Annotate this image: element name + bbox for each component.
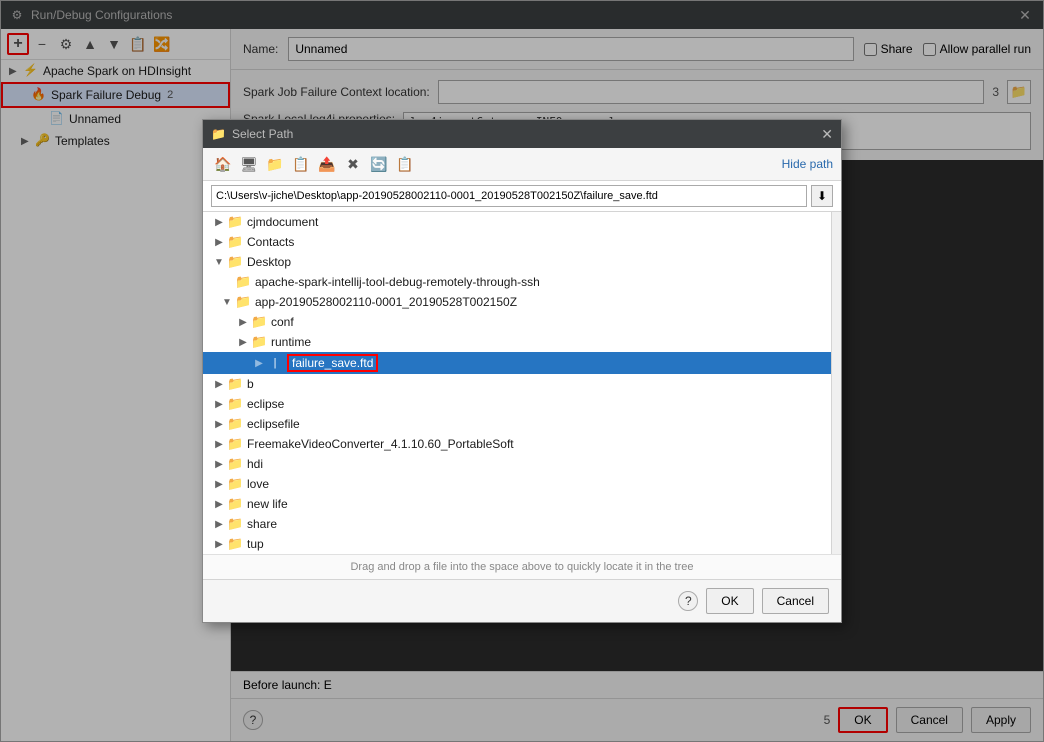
tree-label-love: love [247,477,269,491]
expand-button[interactable]: 📋 [393,152,417,176]
folder-icon: 📁 [227,416,243,432]
tree-item-love[interactable]: ▶ 📁 love [203,474,831,494]
scrollbar[interactable] [831,212,841,554]
tree-label-b: b [247,377,254,391]
tree-item-eclipse[interactable]: ▶ 📁 eclipse [203,394,831,414]
tree-item-failure-save[interactable]: ▶ | failure_save.ftd [203,352,831,374]
tree-arrow-new-life: ▶ [211,496,227,512]
folder-icon: 📁 [227,436,243,452]
folder-icon: 📁 [227,456,243,472]
tree-arrow-conf: ▶ [235,314,251,330]
tree-label-freemake: FreemakeVideoConverter_4.1.10.60_Portabl… [247,437,514,451]
folder-icon: 📁 [227,496,243,512]
tree-label-tup: tup [247,537,264,551]
tree-label-failure-save: failure_save.ftd [287,354,378,372]
tree-item-hdi[interactable]: ▶ 📁 hdi [203,454,831,474]
desktop-button[interactable]: 🖥 [237,152,261,176]
tree-arrow-contacts: ▶ [211,234,227,250]
tree-arrow-failure: ▶ [251,355,267,371]
tree-item-eclipsefile[interactable]: ▶ 📁 eclipsefile [203,414,831,434]
tree-label-hdi: hdi [247,457,263,471]
dialog-title-icon: 📁 [211,127,226,141]
tree-item-cjmdocument[interactable]: ▶ 📁 cjmdocument [203,212,831,232]
tree-item-contacts[interactable]: ▶ 📁 Contacts [203,232,831,252]
tree-arrow-freemake: ▶ [211,436,227,452]
hide-path-link[interactable]: Hide path [782,157,833,171]
tree-arrow-tup: ▶ [211,536,227,552]
tree-label-conf: conf [271,315,294,329]
tree-label-new-life: new life [247,497,288,511]
folder-icon: 📁 [251,334,267,350]
dialog-title: Select Path [232,127,821,141]
dialog-title-bar: 📁 Select Path ✕ [203,120,841,148]
up-button[interactable]: 📤 [315,152,339,176]
new-folder-button[interactable]: 📁 [263,152,287,176]
dialog-footer: ? OK Cancel [203,579,841,622]
tree-item-conf[interactable]: ▶ 📁 conf [203,312,831,332]
dialog-help-button[interactable]: ? [678,591,698,611]
folder-icon: 📁 [227,476,243,492]
dialog-toolbar: 🏠 🖥 📁 📋 📤 ✖ 🔄 📋 Hide path [203,148,841,181]
tree-label-app-folder: app-20190528002110-0001_20190528T002150Z [255,295,517,309]
folder-icon: 📁 [227,536,243,552]
tree-item-desktop[interactable]: ▼ 📁 Desktop [203,252,831,272]
tree-label-runtime: runtime [271,335,311,349]
path-input[interactable] [211,185,807,207]
tree-arrow-cjmdocument: ▶ [211,214,227,230]
drag-hint: Drag and drop a file into the space abov… [203,554,841,579]
tree-label-share: share [247,517,277,531]
tree-item-runtime[interactable]: ▶ 📁 runtime [203,332,831,352]
tree-label-eclipse: eclipse [247,397,284,411]
tree-item-app-folder[interactable]: ▼ 📁 app-20190528002110-0001_20190528T002… [203,292,831,312]
tree-item-freemake[interactable]: ▶ 📁 FreemakeVideoConverter_4.1.10.60_Por… [203,434,831,454]
delete-button[interactable]: ✖ [341,152,365,176]
folder-icon: 📁 [227,516,243,532]
select-path-dialog: 📁 Select Path ✕ 🏠 🖥 📁 📋 📤 ✖ 🔄 📋 Hide pat… [202,119,842,623]
tree-arrow-share: ▶ [211,516,227,532]
dialog-toolbar-left: 🏠 🖥 📁 📋 📤 ✖ 🔄 📋 [211,152,417,176]
tree-item-new-life[interactable]: ▶ 📁 new life [203,494,831,514]
tree-arrow-hdi: ▶ [211,456,227,472]
dialog-overlay: 📁 Select Path ✕ 🏠 🖥 📁 📋 📤 ✖ 🔄 📋 Hide pat… [0,0,1044,742]
tree-label-apache-spark-tool: apache-spark-intellij-tool-debug-remotel… [255,275,540,289]
tree-item-tup[interactable]: ▶ 📁 tup [203,534,831,554]
tree-label-cjmdocument: cjmdocument [247,215,318,229]
drag-hint-text: Drag and drop a file into the space abov… [350,561,693,573]
folder-icon: 📁 [227,376,243,392]
tree-arrow-eclipsefile: ▶ [211,416,227,432]
tree-content: ▶ 📁 cjmdocument ▶ 📁 Contacts ▼ 📁 Desktop [203,212,841,554]
tree-label-eclipsefile: eclipsefile [247,417,300,431]
dialog-cancel-button[interactable]: Cancel [762,588,829,614]
folder-icon: 📁 [227,396,243,412]
tree-arrow-eclipse: ▶ [211,396,227,412]
home-button[interactable]: 🏠 [211,152,235,176]
folder-icon: 📁 [235,274,251,290]
file-icon: | [267,355,283,371]
tree-arrow-b: ▶ [211,376,227,392]
tree-arrow-runtime: ▶ [235,334,251,350]
dialog-close-icon[interactable]: ✕ [821,126,833,143]
folder-icon: 📁 [227,214,243,230]
dialog-path-bar: ⬇ [203,181,841,212]
tree-label-contacts: Contacts [247,235,294,249]
tree-arrow-love: ▶ [211,476,227,492]
folder-icon: 📁 [235,294,251,310]
tree-item-apache-spark-tool[interactable]: ▶ 📁 apache-spark-intellij-tool-debug-rem… [203,272,831,292]
refresh-button[interactable]: 🔄 [367,152,391,176]
dialog-ok-button[interactable]: OK [706,588,753,614]
folder-icon: 📁 [251,314,267,330]
copy-path-button[interactable]: 📋 [289,152,313,176]
path-browse-button[interactable]: ⬇ [811,185,833,207]
folder-icon: 📁 [227,234,243,250]
tree-arrow-app: ▼ [219,294,235,310]
folder-icon: 📁 [227,254,243,270]
tree-item-b[interactable]: ▶ 📁 b [203,374,831,394]
tree-label-desktop: Desktop [247,255,291,269]
tree-item-share[interactable]: ▶ 📁 share [203,514,831,534]
tree-arrow-desktop: ▼ [211,254,227,270]
file-tree: ▶ 📁 cjmdocument ▶ 📁 Contacts ▼ 📁 Desktop [203,212,831,554]
